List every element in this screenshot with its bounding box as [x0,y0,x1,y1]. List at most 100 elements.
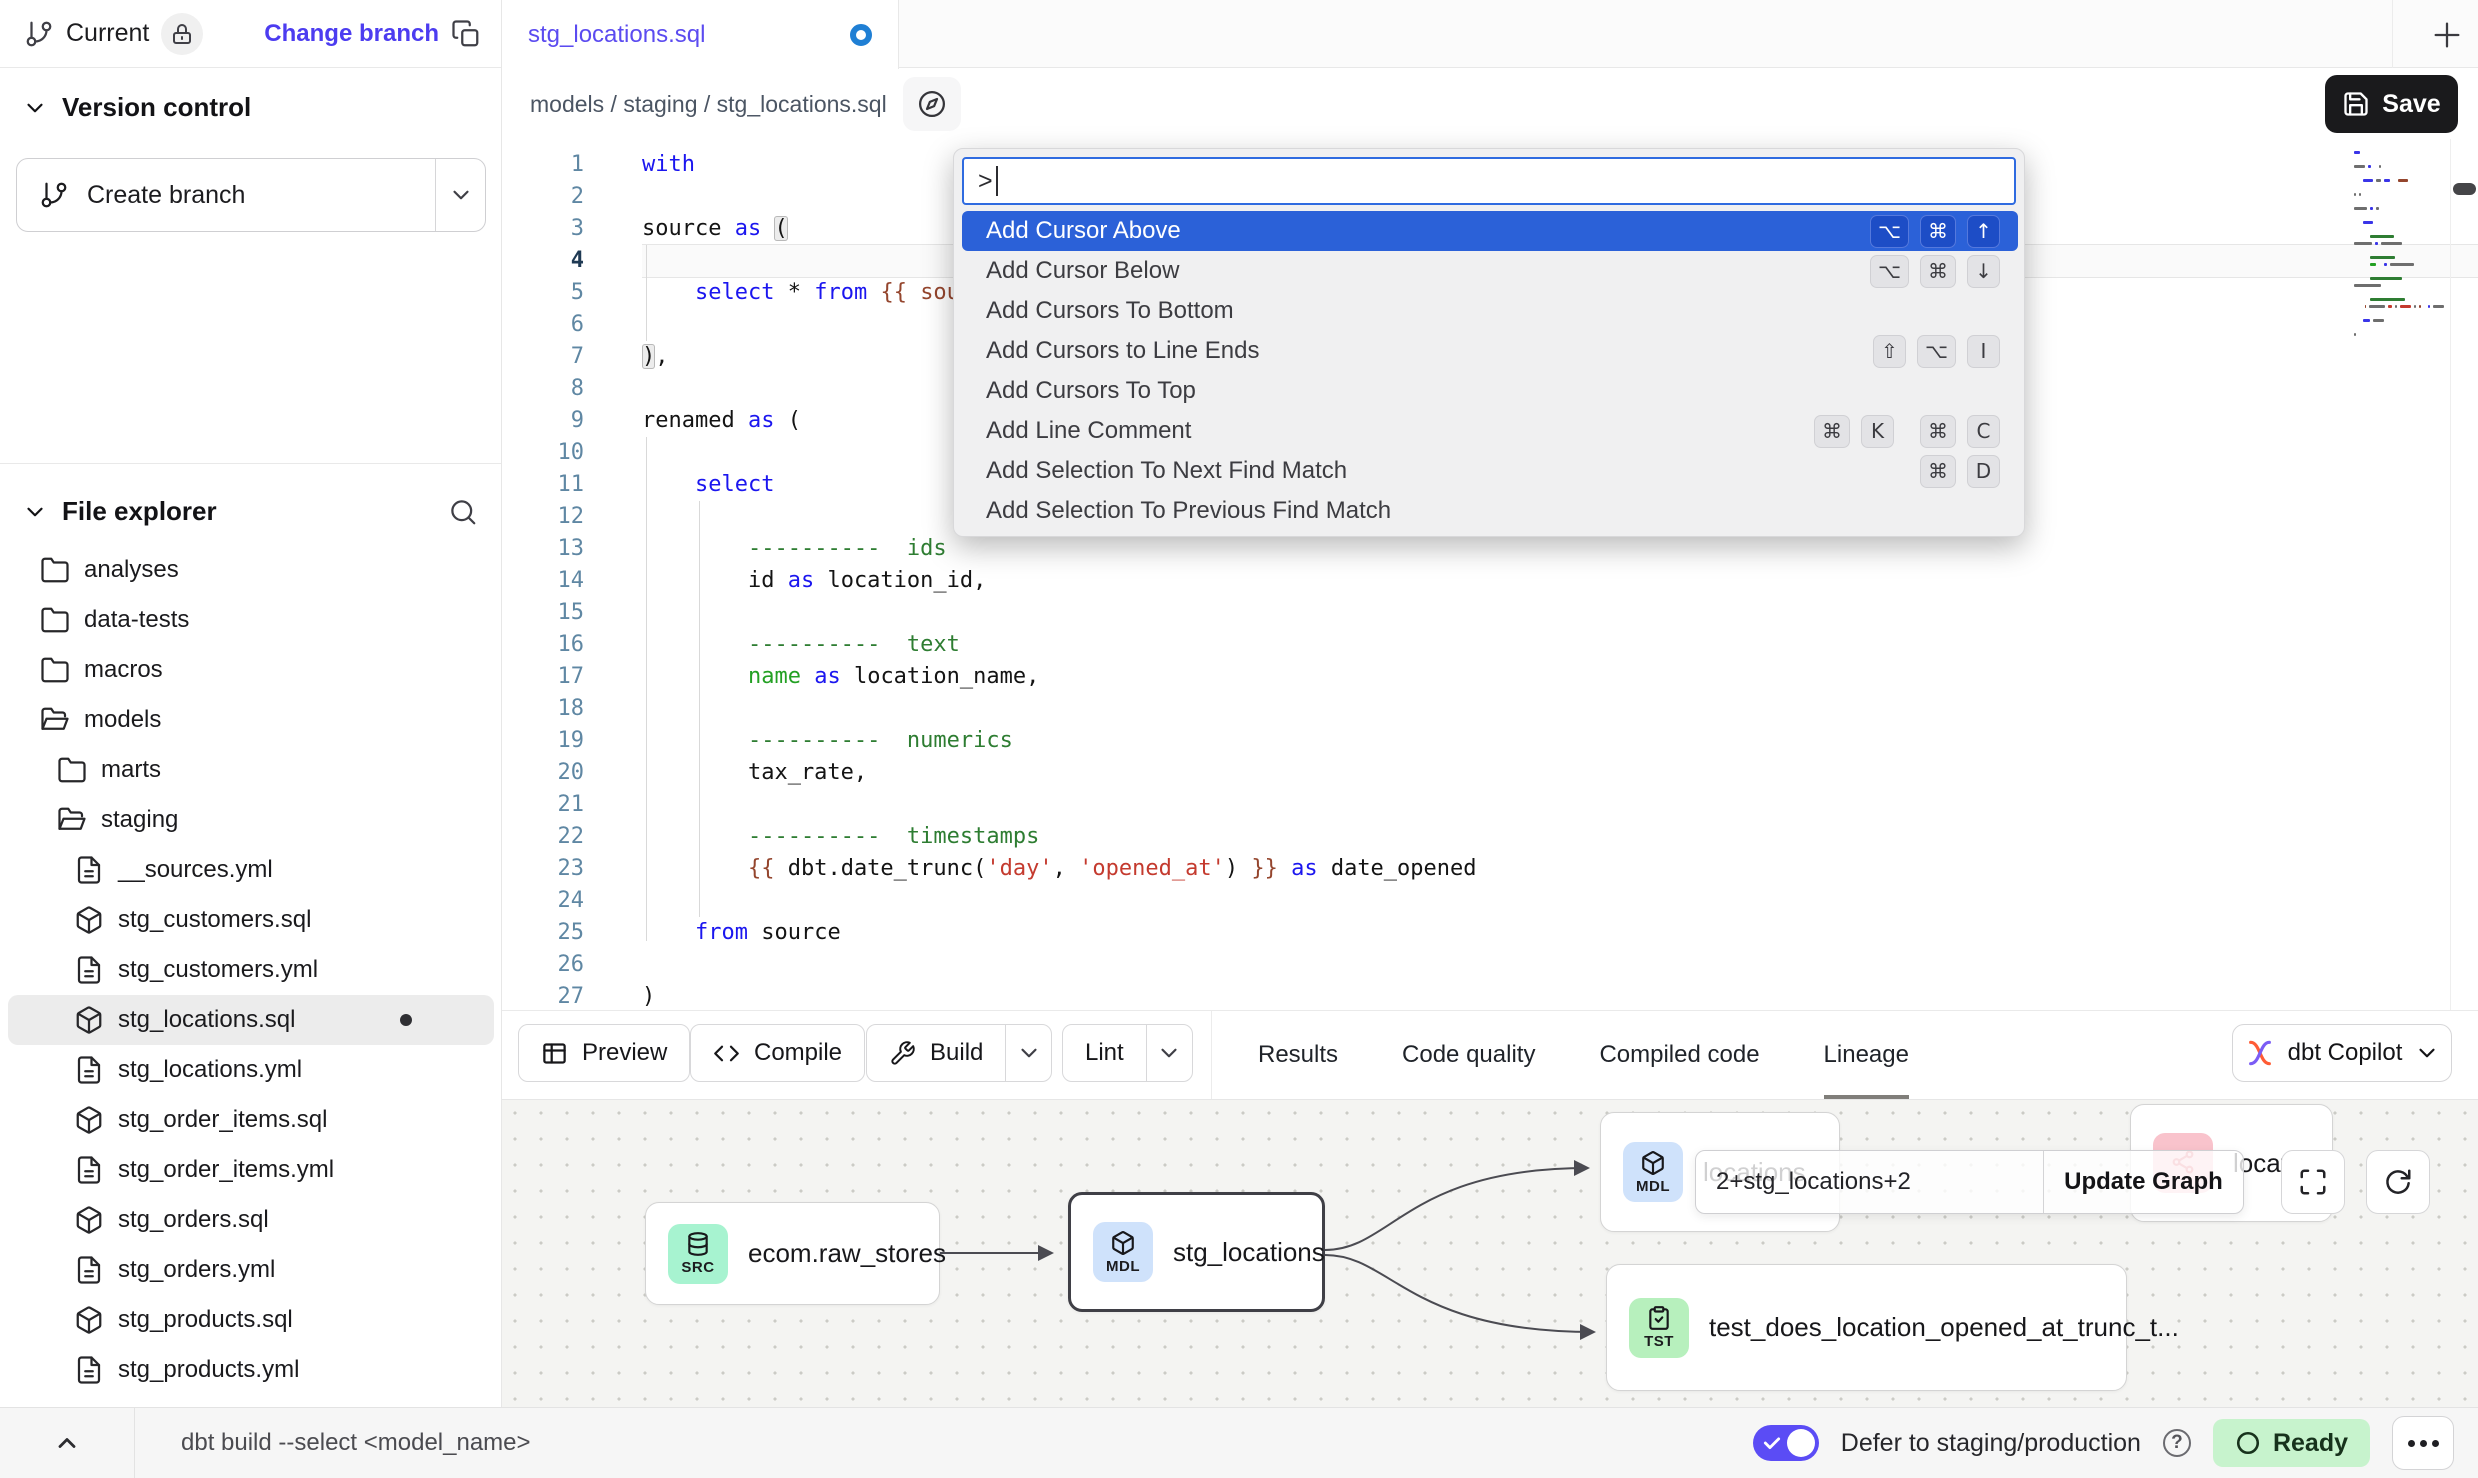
code-line-20: tax_rate, [642,757,2478,789]
scrollbar-thumb[interactable] [2453,183,2476,195]
create-branch-label: Create branch [87,181,245,210]
file-explorer-section-header[interactable]: File explorer [22,496,478,527]
palette-item-add-cursors-to-line-ends[interactable]: Add Cursors to Line Ends⇧⌥I [962,331,2018,371]
expand-command-bar-button[interactable] [0,1429,134,1457]
palette-item-add-selection-to-previous-find-match[interactable]: Add Selection To Previous Find Match [962,491,2018,531]
create-branch-dropdown[interactable] [435,159,485,231]
tab-compiled-code[interactable]: Compiled code [1599,1011,1759,1099]
file-row-stg_order_items.sql[interactable]: stg_order_items.sql [8,1095,494,1145]
yml-file-icon [74,955,104,985]
navigate-button[interactable] [903,77,961,131]
lineage-selector-input[interactable]: 2+stg_locations+2 [1696,1168,2043,1196]
new-tab-button[interactable] [2424,12,2470,58]
code-line-19: ---------- numerics [642,725,2478,757]
lint-button[interactable]: Lint [1062,1024,1193,1082]
divider [0,463,501,464]
help-icon[interactable]: ? [2163,1429,2191,1457]
file-row-stg_customers.sql[interactable]: stg_customers.sql [8,895,494,945]
command-palette-input[interactable]: > [962,157,2016,205]
compile-button[interactable]: Compile [690,1024,865,1082]
database-icon [685,1231,711,1257]
file-row-stg_customers.yml[interactable]: stg_customers.yml [8,945,494,995]
version-control-section-header[interactable]: Version control [22,92,478,123]
chevron-down-icon [22,95,48,121]
build-button[interactable]: Build [866,1024,1052,1082]
shortcut-key: ⌘ [1920,215,1956,248]
file-name: stg_products.sql [118,1306,293,1334]
palette-item-add-cursors-to-top[interactable]: Add Cursors To Top [962,371,2018,411]
chevron-down-icon [2414,1040,2440,1066]
folder-icon [57,755,87,785]
status-circle-icon [2235,1430,2261,1456]
defer-toggle[interactable] [1753,1425,1819,1461]
palette-item-add-cursor-above[interactable]: Add Cursor Above⌥⌘↑ [962,211,2018,251]
search-icon[interactable] [448,497,478,527]
code-line-25: from source [642,917,2478,949]
refresh-graph-button[interactable] [2366,1150,2430,1214]
palette-item-add-cursors-to-bottom[interactable]: Add Cursors To Bottom [962,291,2018,331]
minimap[interactable] [2354,151,2444,340]
version-control-title: Version control [62,92,251,123]
git-branch-icon [24,19,54,49]
dbt-copilot-button[interactable]: dbt Copilot [2232,1024,2452,1082]
file-row-stg_locations.yml[interactable]: stg_locations.yml [8,1045,494,1095]
folder-icon [40,555,70,585]
sidebar: Current Change branch Version control Cr… [0,0,502,1407]
file-row-stg_orders.yml[interactable]: stg_orders.yml [8,1245,494,1295]
folder-icon [40,605,70,635]
lint-dropdown[interactable] [1146,1025,1192,1081]
breadcrumb-row: models / staging / stg_locations.sql [502,69,2478,139]
lineage-canvas[interactable]: SRC ecom.raw_stores MDL stg_locations MD… [502,1100,2478,1407]
text-caret [996,166,998,196]
palette-item-add-selection-to-next-find-match[interactable]: Add Selection To Next Find Match⌘D [962,451,2018,491]
lineage-node-stg-locations[interactable]: MDL stg_locations [1068,1192,1325,1312]
palette-item-add-line-comment[interactable]: Add Line Comment⌘K⌘C [962,411,2018,451]
file-row-macros[interactable]: macros [8,645,494,695]
file-row-staging[interactable]: staging [8,795,494,845]
file-row-data-tests[interactable]: data-tests [8,595,494,645]
file-row-stg_order_items.yml[interactable]: stg_order_items.yml [8,1145,494,1195]
preview-button[interactable]: Preview [518,1024,690,1082]
palette-item-label: Add Cursor Above [986,217,1181,245]
file-row-stg_products.yml[interactable]: stg_products.yml [8,1345,494,1395]
file-row-models[interactable]: models [8,695,494,745]
file-row-stg_locations.sql[interactable]: stg_locations.sql [8,995,494,1045]
ide-status-ready[interactable]: Ready [2213,1419,2370,1467]
copy-icon[interactable] [451,19,481,49]
create-branch-button[interactable]: Create branch [16,158,486,232]
preview-label: Preview [582,1039,667,1067]
chevron-up-icon [53,1429,81,1457]
file-row-stg_orders.sql[interactable]: stg_orders.sql [8,1195,494,1245]
yml-file-icon [74,1055,104,1085]
update-graph-button[interactable]: Update Graph [2043,1151,2243,1213]
tab-results[interactable]: Results [1258,1011,1338,1099]
palette-item-add-cursor-below[interactable]: Add Cursor Below⌥⌘↓ [962,251,2018,291]
build-dropdown[interactable] [1005,1025,1051,1081]
lineage-node-source[interactable]: SRC ecom.raw_stores [645,1202,940,1305]
fullscreen-button[interactable] [2281,1150,2345,1214]
table-icon [541,1040,568,1067]
badge-label: TST [1644,1333,1674,1350]
breadcrumb: models / staging / stg_locations.sql [530,91,887,118]
line-number-gutter: 1234567891011121314151617181920212223242… [502,149,608,1010]
file-row-__sources.yml[interactable]: __sources.yml [8,845,494,895]
tab-code-quality[interactable]: Code quality [1402,1011,1535,1099]
cube-icon [1640,1150,1666,1176]
compile-label: Compile [754,1039,842,1067]
code-icon [713,1040,740,1067]
more-options-button[interactable] [2392,1416,2454,1470]
tab-stg-locations-sql[interactable]: stg_locations.sql [502,0,899,69]
file-row-marts[interactable]: marts [8,745,494,795]
save-button[interactable]: Save [2325,75,2458,133]
dbt-command-input[interactable]: dbt build --select <model_name> [134,1408,1753,1478]
file-name: marts [101,756,161,784]
folder-icon [57,805,87,835]
cube-icon [1110,1230,1136,1256]
model-file-icon [74,1105,104,1135]
palette-item-label: Add Cursors To Top [986,377,1196,405]
change-branch-link[interactable]: Change branch [264,20,439,48]
file-row-stg_products.sql[interactable]: stg_products.sql [8,1295,494,1345]
file-row-analyses[interactable]: analyses [8,545,494,595]
tab-lineage[interactable]: Lineage [1824,1011,1909,1099]
lineage-node-test[interactable]: TST test_does_location_opened_at_trunc_t… [1606,1264,2127,1391]
